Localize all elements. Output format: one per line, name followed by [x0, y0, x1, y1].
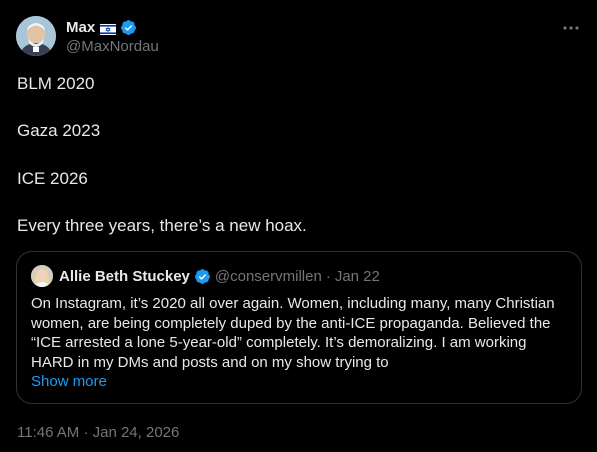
tweet-text-line: BLM 2020: [17, 74, 95, 93]
quoted-author-avatar: [31, 265, 53, 287]
tweet-timestamp[interactable]: 11:46 AM · Jan 24, 2026: [17, 424, 179, 441]
quoted-author-handle: @conservmillen: [214, 267, 322, 285]
verified-badge-icon: [120, 19, 137, 36]
more-options-icon[interactable]: [561, 18, 581, 38]
quoted-text-line: HARD in my DMs and posts and on my show …: [31, 354, 389, 371]
tweet-text-line: Every three years, there’s a new hoax.: [17, 216, 307, 235]
show-more-link[interactable]: Show more: [31, 373, 107, 390]
tweet-date: Jan 24, 2026: [92, 424, 180, 441]
author-avatar[interactable]: [16, 16, 56, 56]
quoted-text-line: “ICE arrested a lone 5-year-old” complet…: [31, 334, 527, 351]
tweet[interactable]: Max @MaxNordau BLM 2020 Gaza 2023 ICE 20…: [0, 0, 597, 452]
tweet-text-line: Gaza 2023: [17, 121, 101, 140]
author-handle[interactable]: @MaxNordau: [66, 38, 159, 55]
quoted-text-line: women, are being completely duped by the…: [31, 315, 551, 332]
quoted-tweet-date: Jan 22: [334, 267, 380, 285]
tweet-text-line: ICE 2026: [17, 169, 88, 188]
timestamp-separator: ·: [83, 424, 89, 441]
verified-badge-icon: [194, 268, 211, 285]
author-name-row: Max: [66, 17, 137, 37]
quoted-tweet-header: Allie Beth Stuckey @conservmillen · Jan …: [59, 266, 380, 286]
quoted-author-name: Allie Beth Stuckey: [59, 267, 190, 285]
quoted-tweet[interactable]: Allie Beth Stuckey @conservmillen · Jan …: [16, 251, 582, 404]
israel-flag-icon: [100, 22, 117, 35]
author-display-name[interactable]: Max: [66, 19, 95, 36]
tweet-time: 11:46 AM: [17, 424, 80, 441]
quoted-text-line: On Instagram, it’s 2020 all over again. …: [31, 295, 555, 312]
quoted-header-separator: ·: [325, 267, 331, 285]
